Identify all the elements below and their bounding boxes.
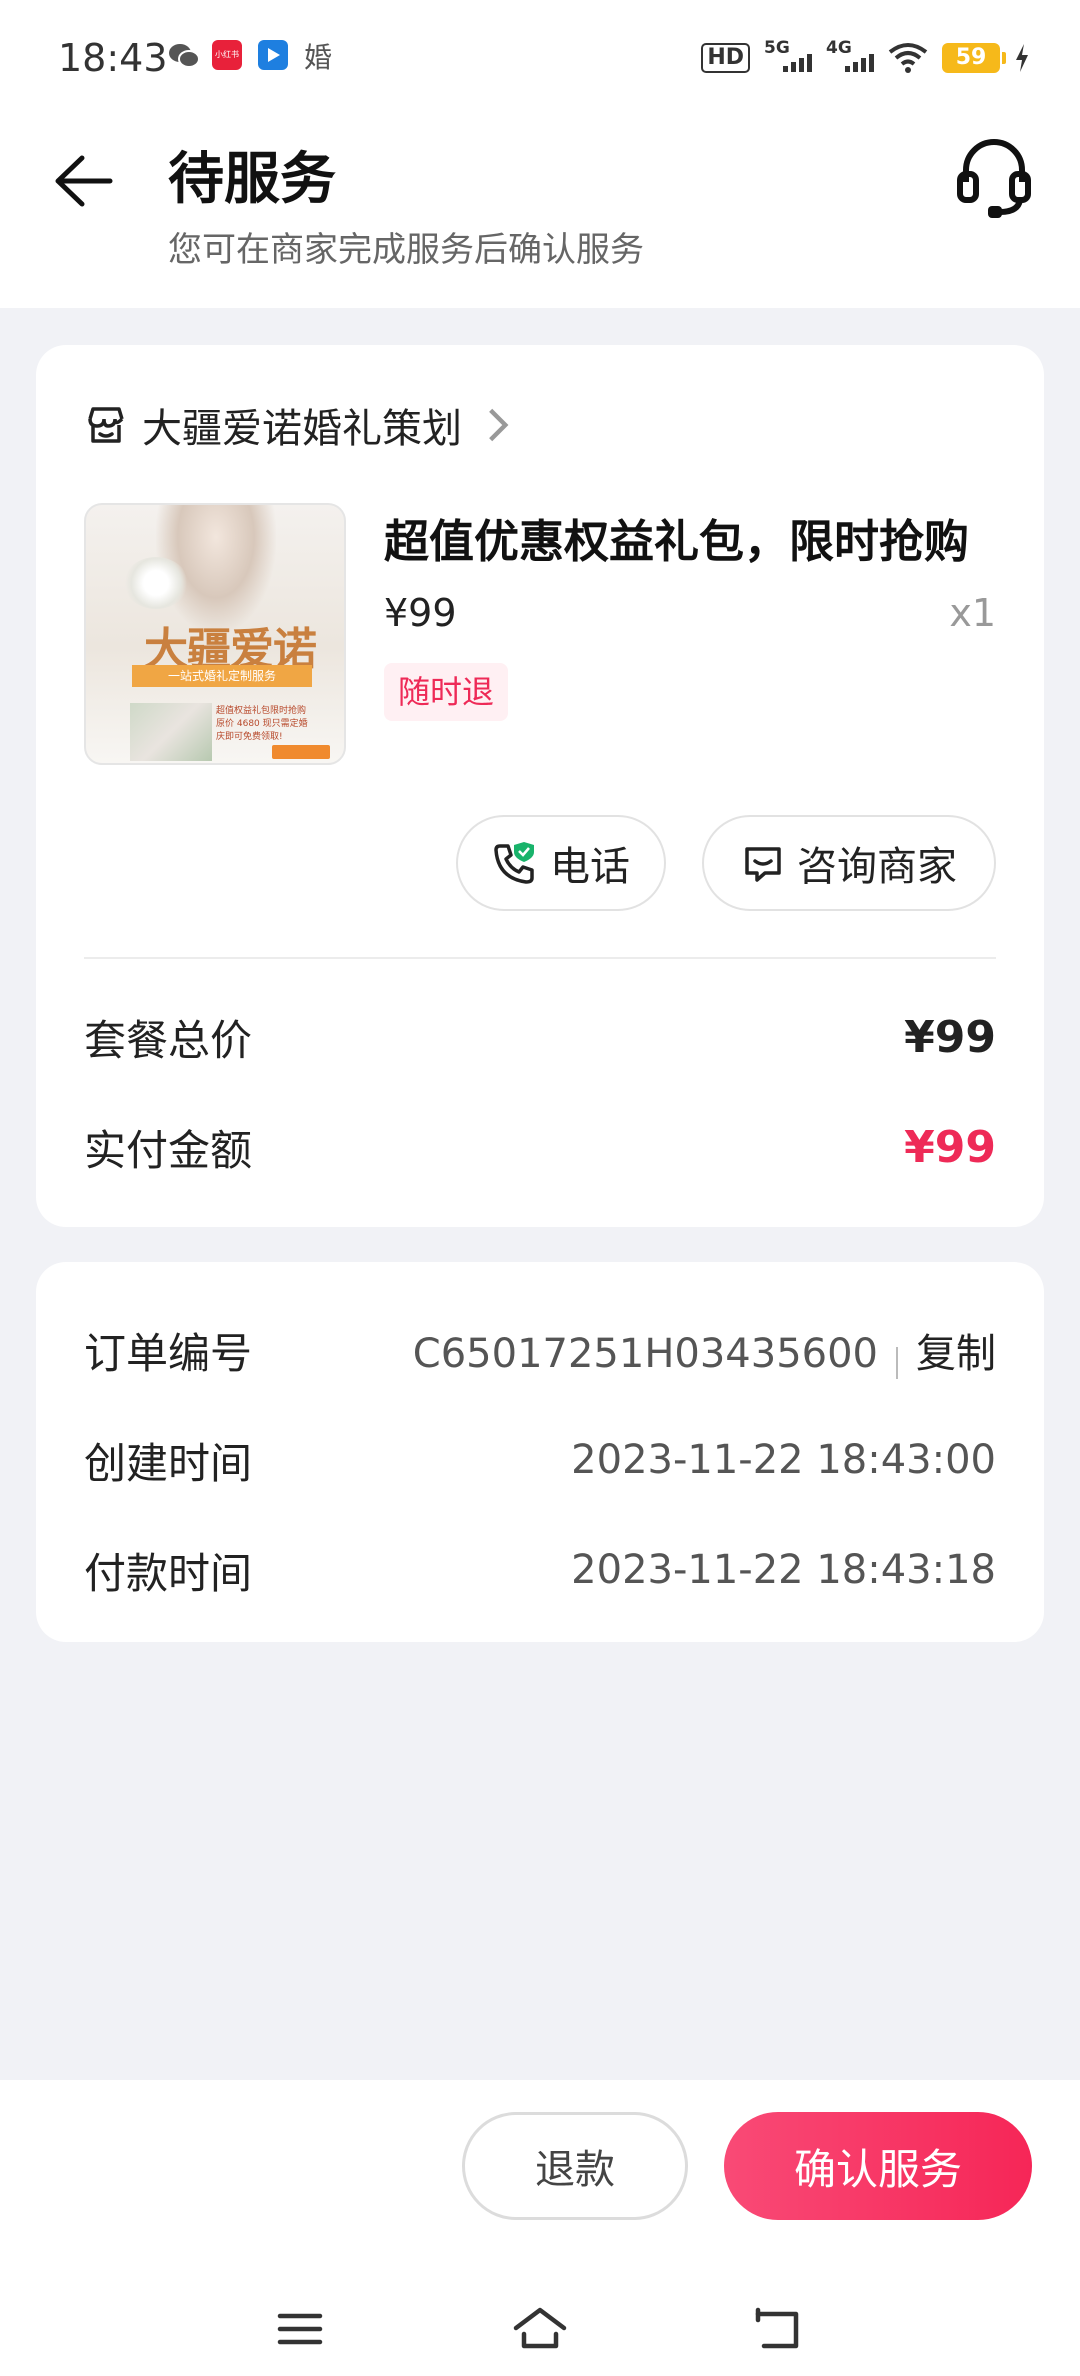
status-bar: 18:43 小红书 婚 HD 5G 4G 59 <box>0 0 1080 116</box>
hd-icon: HD <box>701 43 750 73</box>
phone-button[interactable]: 电话 <box>456 815 666 911</box>
paid-amount-value: ¥99 <box>904 1121 996 1173</box>
product-price: ¥99 <box>384 591 457 635</box>
bouquet-graphic <box>124 557 188 609</box>
image-ribbon: 一站式婚礼定制服务 <box>132 665 312 687</box>
product-image[interactable]: 大疆爱诺 一站式婚礼定制服务 超值权益礼包限时抢购 原价 4680 现只需定婚 … <box>84 503 346 765</box>
image-claim-button <box>272 745 330 759</box>
wifi-icon <box>888 43 928 73</box>
created-time-label: 创建时间 <box>84 1438 253 1488</box>
wechat-icon <box>169 44 200 68</box>
shop-icon <box>88 407 124 443</box>
chat-bubble-icon <box>745 847 781 882</box>
customer-service-icon[interactable] <box>952 130 1036 226</box>
order-number-row: 订单编号 C65017251H03435600 复制 <box>84 1320 996 1380</box>
bottom-action-bar: 退款 确认服务 <box>0 2080 1080 2376</box>
payment-time-value: 2023-11-22 18:43:18 <box>571 1547 996 1593</box>
phone-button-label: 电话 <box>550 844 630 890</box>
confirm-button-label: 确认服务 <box>793 2144 962 2194</box>
consult-button-label: 咨询商家 <box>797 844 957 890</box>
hun-app-icon: 婚 <box>304 41 333 74</box>
page-header: 待服务 您可在商家完成服务后确认服务 <box>0 116 1080 308</box>
status-time: 18:43 <box>58 36 168 80</box>
page-subtitle: 您可在商家完成服务后确认服务 <box>168 230 644 270</box>
product-quantity: x1 <box>949 591 996 635</box>
refund-anytime-tag: 随时退 <box>384 663 509 721</box>
order-info-card: 订单编号 C65017251H03435600 复制 创建时间 2023-11-2… <box>36 1262 1044 1642</box>
back-arrow-icon[interactable] <box>44 136 124 226</box>
refund-button[interactable]: 退款 <box>462 2112 688 2220</box>
paid-amount-label: 实付金额 <box>84 1125 253 1175</box>
created-time-value: 2023-11-22 18:43:00 <box>571 1437 996 1483</box>
package-total-value: ¥99 <box>904 1011 996 1063</box>
paid-amount-row: 实付金额 ¥99 <box>84 1117 996 1177</box>
copy-button[interactable]: 复制 <box>916 1331 996 1377</box>
order-card: 大疆爱诺婚礼策划 大疆爱诺 一站式婚礼定制服务 超值权益礼包限时抢购 原价 46… <box>36 345 1044 1227</box>
page-title: 待服务 <box>168 147 336 212</box>
refund-button-label: 退款 <box>535 2147 615 2193</box>
created-time-row: 创建时间 2023-11-22 18:43:00 <box>84 1430 996 1490</box>
phone-icon <box>494 842 534 884</box>
divider <box>84 957 996 959</box>
shop-name: 大疆爱诺婚礼策划 <box>142 406 462 452</box>
menu-icon[interactable] <box>270 2304 330 2354</box>
shop-link[interactable]: 大疆爱诺婚礼策划 <box>84 395 534 455</box>
home-icon[interactable] <box>510 2304 570 2354</box>
consult-merchant-button[interactable]: 咨询商家 <box>702 815 996 911</box>
confirm-service-button[interactable]: 确认服务 <box>724 2112 1032 2220</box>
product-title: 超值优惠权益礼包，限时抢购 <box>384 515 970 568</box>
back-nav-icon[interactable] <box>750 2304 810 2354</box>
chevron-right-icon <box>489 408 509 442</box>
signal-4g-icon: 4G <box>826 38 874 76</box>
order-number-label: 订单编号 <box>84 1328 253 1378</box>
separator <box>896 1346 898 1379</box>
package-total-row: 套餐总价 ¥99 <box>84 1007 996 1067</box>
payment-time-row: 付款时间 2023-11-22 18:43:18 <box>84 1540 996 1600</box>
image-promo-text: 超值权益礼包限时抢购 原价 4680 现只需定婚 庆即可免费领取! <box>216 706 308 742</box>
status-indicators: HD 5G 4G 59 <box>701 38 1030 78</box>
order-number-value: C65017251H03435600 <box>412 1331 878 1377</box>
charging-icon <box>1016 44 1028 72</box>
payment-time-label: 付款时间 <box>84 1548 253 1598</box>
package-total-label: 套餐总价 <box>84 1015 253 1065</box>
blue-app-icon <box>258 40 288 70</box>
system-nav-bar <box>0 2280 1080 2376</box>
signal-5g-icon: 5G <box>764 38 812 76</box>
battery-icon: 59 <box>942 43 1006 73</box>
xiaohongshu-icon: 小红书 <box>212 40 242 70</box>
image-thumbnail <box>130 703 212 761</box>
